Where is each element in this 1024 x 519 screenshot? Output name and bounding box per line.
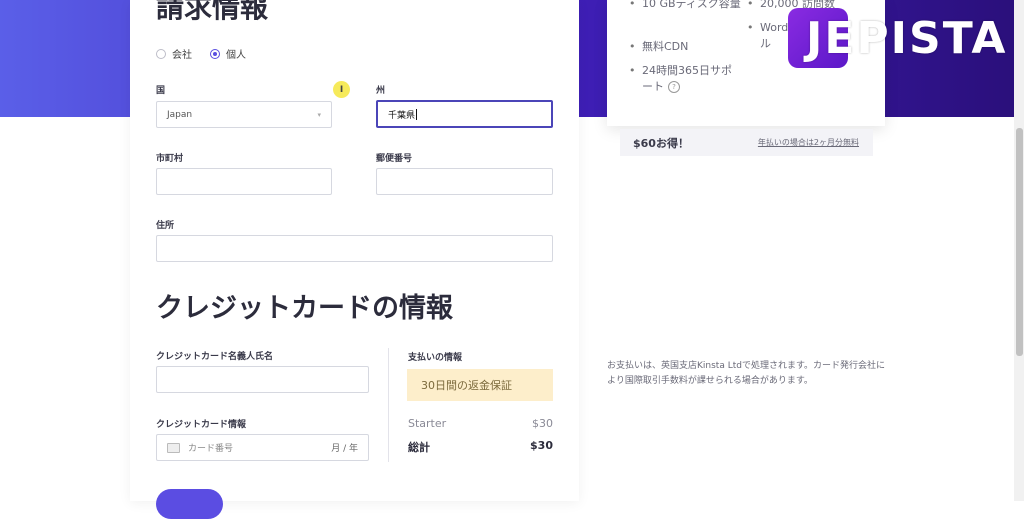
radio-individual[interactable]: 個人	[210, 46, 246, 61]
country-label: 国	[156, 86, 166, 96]
line-item-total: 総計 $30	[408, 439, 553, 455]
line-item-amount: $30	[532, 417, 553, 430]
state-value: 千葉県	[388, 110, 416, 121]
text-caret	[416, 108, 418, 120]
country-value: Japan	[167, 109, 193, 120]
total-amount: $30	[530, 439, 553, 452]
credit-card-icon	[167, 442, 180, 453]
line-item-name: Starter	[408, 417, 447, 430]
card-info-label: クレジットカード情報	[156, 420, 247, 430]
annual-billing-link[interactable]: 年払いの場合は2ヶ月分無料	[758, 137, 859, 148]
radio-label-individual: 個人	[226, 50, 246, 61]
chevron-down-icon: ▾	[317, 111, 321, 119]
savings-bar: $60お得！ 年払いの場合は2ヶ月分無料	[620, 129, 873, 156]
help-icon[interactable]: ?	[668, 81, 680, 93]
card-number-input[interactable]: カード番号 月 / 年	[156, 434, 369, 461]
payment-info-label: 支払いの情報	[408, 353, 463, 363]
address-input[interactable]	[156, 235, 553, 262]
feature-disk: 10 GBディスク容量	[629, 0, 742, 12]
radio-label-company: 会社	[172, 50, 192, 61]
mouse-cursor-highlight: I	[333, 81, 350, 98]
city-label: 市町村	[156, 154, 184, 164]
feature-cdn: 無料CDN	[629, 39, 689, 55]
cardholder-name-input[interactable]	[156, 366, 369, 393]
state-label: 州	[376, 86, 386, 96]
radio-circle-individual[interactable]	[210, 48, 220, 59]
logo-text: JEPISTA	[806, 12, 1008, 64]
state-input[interactable]: 千葉県	[376, 100, 553, 128]
scrollbar-thumb[interactable]	[1016, 128, 1023, 356]
radio-company[interactable]: 会社	[156, 46, 192, 61]
jepista-logo: JEPISTA	[788, 8, 1007, 68]
city-input[interactable]	[156, 168, 332, 195]
card-number-placeholder: カード番号	[188, 444, 234, 454]
line-item-starter: Starter $30	[408, 417, 553, 430]
zip-input[interactable]	[376, 168, 553, 195]
radio-circle-company[interactable]	[156, 48, 166, 59]
feature-support-text: 24時間365日サポート	[642, 64, 732, 93]
payment-divider	[388, 348, 389, 462]
billing-section-title: 請求情報	[156, 0, 269, 24]
submit-button[interactable]	[156, 489, 223, 519]
expiry-placeholder[interactable]: 月 / 年	[331, 441, 358, 454]
savings-text: $60お得！	[633, 136, 689, 150]
zip-label: 郵便番号	[376, 154, 413, 164]
cardholder-name-label: クレジットカード名義人氏名	[156, 352, 274, 362]
refund-guarantee-badge: 30日間の返金保証	[407, 369, 553, 401]
address-label: 住所	[156, 221, 175, 231]
country-select[interactable]: Japan ▾	[156, 101, 332, 128]
payment-processing-note: お支払いは、英国支店Kinsta Ltdで処理されます。カード発行会社により国際…	[607, 361, 886, 386]
total-label: 総計	[408, 441, 430, 454]
feature-support: 24時間365日サポート?	[629, 63, 742, 95]
credit-card-section-title: クレジットカードの情報	[156, 293, 453, 324]
account-type-radio-group: 会社 個人	[156, 46, 246, 61]
